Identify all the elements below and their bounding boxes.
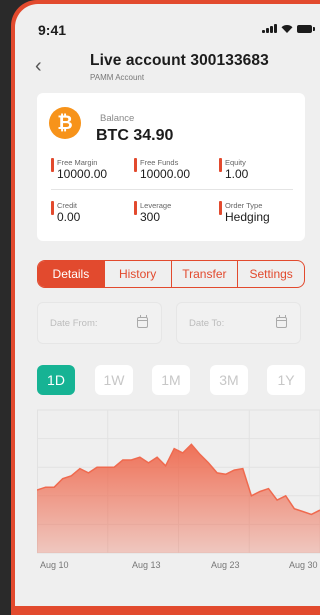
status-time: 9:41 xyxy=(38,22,67,38)
range-1m-button[interactable]: 1M xyxy=(152,365,190,395)
stat-label: Order Type xyxy=(225,201,263,210)
page-subtitle: PAMM Account xyxy=(90,73,145,82)
status-bar: 9:41 xyxy=(15,4,320,44)
stat-value: 1.00 xyxy=(225,167,249,181)
page-title: Live account 300133683 xyxy=(90,52,269,69)
stat-free-margin: Free Margin 10000.00 xyxy=(51,158,107,182)
app-screen: 9:41 ‹ Live account 300133683 PAMM Accou… xyxy=(15,4,320,615)
stat-free-funds: Free Funds 10000.00 xyxy=(134,158,190,182)
device-frame: 9:41 ‹ Live account 300133683 PAMM Accou… xyxy=(11,0,320,615)
tab-details[interactable]: Details xyxy=(38,261,105,287)
balance-card: ₿ Balance BTC 34.90 Free Margin 10000.00… xyxy=(37,93,305,241)
date-to-field[interactable]: Date To: xyxy=(176,302,301,344)
stat-label: Credit xyxy=(57,201,78,210)
chart-area-series xyxy=(37,444,320,553)
calendar-icon[interactable] xyxy=(276,315,287,328)
back-button[interactable]: ‹ xyxy=(35,56,42,76)
range-1y-button[interactable]: 1Y xyxy=(267,365,305,395)
tab-history[interactable]: History xyxy=(105,261,172,287)
bottom-accent-bar xyxy=(11,606,320,615)
range-1w-button[interactable]: 1W xyxy=(95,365,133,395)
balance-chart: Aug 10 Aug 13 Aug 23 Aug 30 xyxy=(37,409,320,570)
stat-order-type: Order Type Hedging xyxy=(219,201,270,225)
account-tabs: Details History Transfer Settings xyxy=(37,260,305,288)
stat-leverage: Leverage 300 xyxy=(134,201,171,225)
battery-icon xyxy=(297,24,315,33)
stat-value: 10000.00 xyxy=(57,167,108,181)
tab-settings[interactable]: Settings xyxy=(238,261,304,287)
stat-label: Equity xyxy=(225,158,246,167)
range-1d-button[interactable]: 1D xyxy=(37,365,75,395)
stat-label: Free Funds xyxy=(140,158,179,167)
signal-icon xyxy=(262,24,277,33)
chart-x-tick-label: Aug 30 xyxy=(289,560,318,570)
stat-value: Hedging xyxy=(225,210,270,224)
balance-value: BTC 34.90 xyxy=(96,127,174,144)
chart-x-tick-label: Aug 10 xyxy=(40,560,69,570)
range-3m-button[interactable]: 3M xyxy=(210,365,248,395)
wifi-icon xyxy=(281,25,293,33)
date-from-placeholder: Date From: xyxy=(50,318,98,329)
balance-label: Balance xyxy=(100,113,135,124)
stat-label: Free Margin xyxy=(57,158,98,167)
stat-label: Leverage xyxy=(140,201,172,210)
bitcoin-icon: ₿ xyxy=(49,107,81,139)
tab-transfer[interactable]: Transfer xyxy=(172,261,239,287)
date-from-field[interactable]: Date From: xyxy=(37,302,162,344)
status-icons xyxy=(262,24,315,33)
stat-equity: Equity 1.00 xyxy=(219,158,248,182)
card-divider xyxy=(51,189,293,190)
stat-value: 10000.00 xyxy=(140,167,191,181)
stat-credit: Credit 0.00 xyxy=(51,201,80,225)
chart-x-tick-label: Aug 23 xyxy=(211,560,240,570)
stat-value: 0.00 xyxy=(57,210,81,224)
calendar-icon[interactable] xyxy=(137,315,148,328)
stat-value: 300 xyxy=(140,210,161,224)
date-to-placeholder: Date To: xyxy=(189,318,225,329)
chart-x-tick-label: Aug 13 xyxy=(132,560,161,570)
